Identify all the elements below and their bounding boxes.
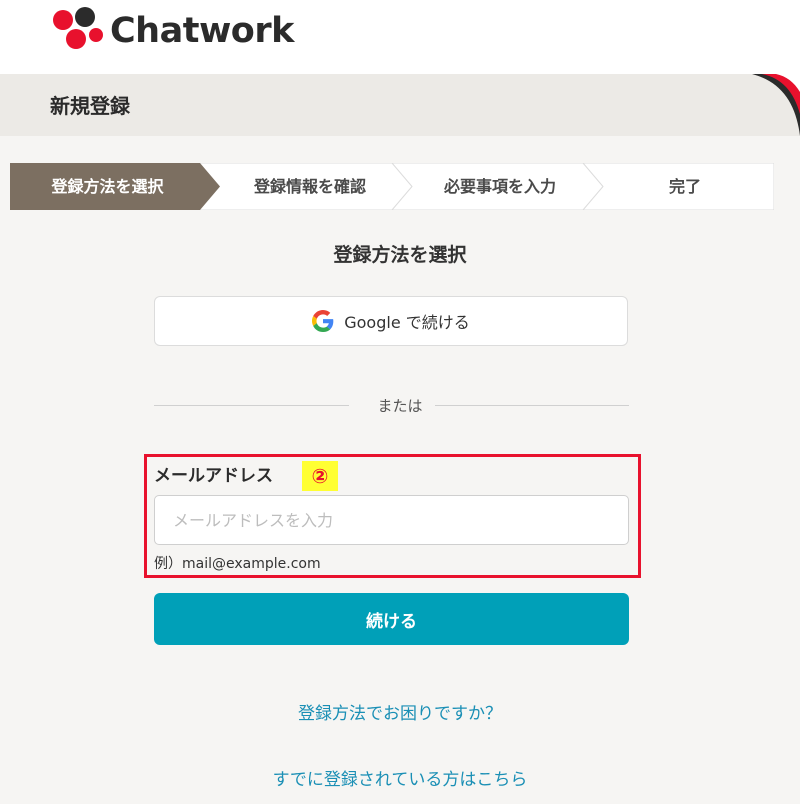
email-input[interactable] bbox=[154, 495, 629, 545]
help-link[interactable]: 登録方法でお困りですか？ bbox=[0, 699, 800, 724]
top-bar: Chatwork bbox=[0, 0, 800, 74]
corner-decoration bbox=[752, 74, 800, 136]
logo-text: Chatwork bbox=[110, 11, 294, 51]
chatwork-logo-icon bbox=[53, 7, 103, 49]
step-confirm-info: 登録情報を確認 bbox=[253, 177, 366, 196]
section-title: 登録方法を選択 bbox=[333, 244, 467, 266]
google-signin-button[interactable]: Google で続ける bbox=[154, 296, 628, 346]
page-title: 新規登録 bbox=[50, 94, 130, 118]
existing-user-login-link[interactable]: すでに登録されている方はこちら bbox=[0, 765, 800, 790]
step-complete: 完了 bbox=[668, 177, 701, 196]
chatwork-logo[interactable]: Chatwork bbox=[52, 6, 294, 56]
registration-steps: 登録方法を選択 登録情報を確認 必要事項を入力 完了 bbox=[10, 163, 774, 210]
step-enter-details: 必要事項を入力 bbox=[443, 177, 556, 196]
continue-button[interactable]: 続ける bbox=[154, 593, 629, 645]
google-icon bbox=[312, 310, 334, 332]
email-label: メールアドレス bbox=[154, 466, 273, 486]
email-hint: 例）mail@example.com bbox=[154, 556, 321, 572]
step-select-method: 登録方法を選択 bbox=[51, 177, 164, 196]
or-separator-text: または bbox=[377, 397, 423, 415]
annotation-step-badge: ② bbox=[302, 461, 338, 491]
google-button-label: Google で続ける bbox=[344, 313, 470, 332]
